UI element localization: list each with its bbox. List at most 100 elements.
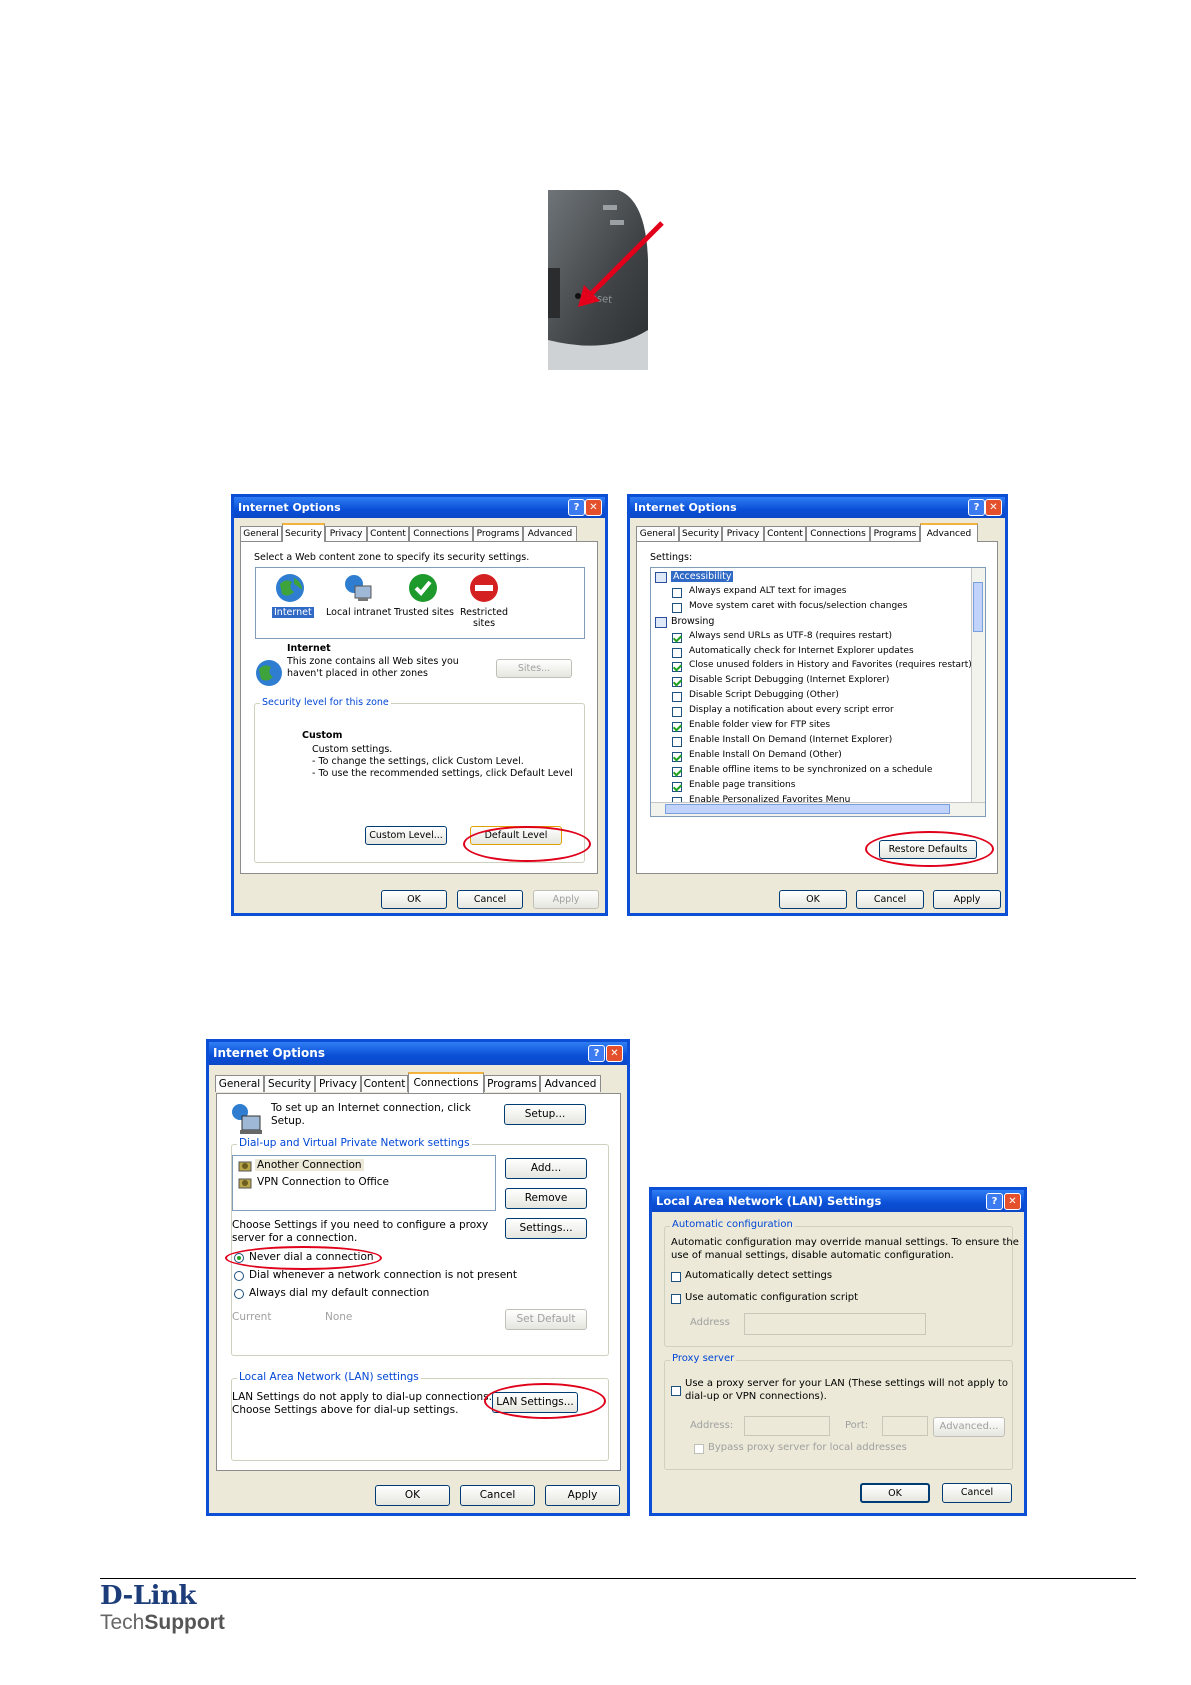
settings-item[interactable]: Enable folder view for FTP sites — [651, 720, 969, 734]
radio-dial-whenever[interactable] — [234, 1271, 244, 1281]
zone-trusted-sites[interactable]: Trusted sites — [394, 572, 454, 618]
settings-item[interactable]: Close unused folders in History and Favo… — [651, 660, 972, 674]
tab-security[interactable]: Security — [679, 526, 722, 541]
settings-item[interactable]: Enable offline items to be synchronized … — [651, 765, 969, 779]
close-icon[interactable]: ✕ — [985, 499, 1002, 516]
tab-advanced[interactable]: Advanced — [523, 526, 577, 541]
settings-item[interactable]: Always send URLs as UTF-8 (requires rest… — [651, 631, 969, 645]
setting-checkbox[interactable] — [672, 751, 682, 762]
cancel-button[interactable]: Cancel — [856, 890, 924, 909]
tab-privacy[interactable]: Privacy — [722, 526, 764, 541]
help-icon[interactable]: ? — [968, 499, 985, 516]
setting-checkbox[interactable] — [672, 722, 682, 732]
restore-defaults-button[interactable]: Restore Defaults — [879, 840, 977, 859]
lan-settings-button[interactable]: LAN Settings... — [492, 1392, 578, 1413]
zone-restricted-sites[interactable]: Restricted sites — [458, 572, 510, 629]
tab-programs[interactable]: Programs — [484, 1075, 540, 1092]
set-default-button[interactable]: Set Default — [505, 1309, 587, 1330]
settings-button[interactable]: Settings... — [505, 1218, 587, 1239]
tab-general[interactable]: General — [636, 526, 679, 541]
setting-checkbox[interactable] — [672, 707, 682, 718]
apply-button[interactable]: Apply — [533, 890, 599, 909]
tab-privacy[interactable]: Privacy — [315, 1075, 361, 1092]
tab-programs[interactable]: Programs — [473, 526, 523, 541]
ok-button[interactable]: OK — [860, 1483, 930, 1503]
tab-advanced[interactable]: Advanced — [920, 523, 978, 542]
setting-checkbox[interactable] — [672, 677, 682, 688]
tab-connections[interactable]: Connections — [806, 526, 870, 541]
tab-privacy[interactable]: Privacy — [325, 526, 367, 541]
tab-content[interactable]: Content — [367, 526, 409, 541]
close-icon[interactable]: ✕ — [585, 499, 602, 516]
settings-category[interactable]: Accessibility — [651, 571, 969, 585]
setting-checkbox[interactable] — [672, 766, 682, 777]
settings-item[interactable]: Enable page transitions — [651, 780, 969, 794]
default-level-button[interactable]: Default Level — [470, 826, 562, 845]
tab-security[interactable]: Security — [282, 523, 325, 542]
setting-checkbox[interactable] — [672, 736, 682, 747]
settings-item[interactable]: Enable Install On Demand (Other) — [651, 750, 969, 764]
tab-security[interactable]: Security — [264, 1075, 315, 1092]
script-address-input[interactable] — [744, 1313, 926, 1335]
setting-checkbox[interactable] — [672, 602, 682, 613]
sites-button[interactable]: Sites... — [496, 659, 572, 678]
help-icon[interactable]: ? — [986, 1193, 1003, 1210]
remove-button[interactable]: Remove — [505, 1188, 587, 1209]
help-icon[interactable]: ? — [568, 499, 585, 516]
custom-level-button[interactable]: Custom Level... — [365, 826, 447, 845]
setting-checkbox[interactable] — [672, 632, 682, 643]
settings-item[interactable]: Enable Install On Demand (Internet Explo… — [651, 735, 969, 749]
settings-category[interactable]: Browsing — [651, 616, 969, 630]
scroll-thumb[interactable] — [973, 582, 983, 632]
proxy-address-input[interactable] — [744, 1416, 830, 1436]
tab-connections[interactable]: Connections — [409, 526, 473, 541]
setting-checkbox[interactable] — [672, 781, 682, 792]
radio-always-dial[interactable] — [234, 1289, 244, 1299]
auto-detect-checkbox[interactable] — [671, 1272, 681, 1282]
tab-content[interactable]: Content — [361, 1075, 408, 1092]
settings-item[interactable]: Always expand ALT text for images — [651, 586, 969, 600]
tab-content[interactable]: Content — [764, 526, 806, 541]
cancel-button[interactable]: Cancel — [942, 1483, 1012, 1503]
radio-never-dial[interactable] — [234, 1253, 244, 1263]
use-proxy-checkbox[interactable] — [671, 1386, 681, 1396]
scroll-thumb[interactable] — [665, 804, 950, 814]
close-icon[interactable]: ✕ — [1004, 1193, 1021, 1210]
apply-button[interactable]: Apply — [933, 890, 1001, 909]
setup-button[interactable]: Setup... — [504, 1104, 586, 1125]
cancel-button[interactable]: Cancel — [460, 1485, 535, 1506]
settings-item[interactable]: Automatically check for Internet Explore… — [651, 646, 969, 660]
vertical-scrollbar[interactable] — [971, 568, 985, 802]
help-icon[interactable]: ? — [588, 1045, 605, 1062]
apply-button[interactable]: Apply — [545, 1485, 620, 1506]
settings-item[interactable]: Disable Script Debugging (Internet Explo… — [651, 675, 969, 689]
proxy-port-input[interactable] — [882, 1416, 928, 1436]
tab-general[interactable]: General — [240, 526, 282, 541]
tab-programs[interactable]: Programs — [870, 526, 920, 541]
tab-connections[interactable]: Connections — [408, 1072, 484, 1093]
setting-checkbox[interactable] — [672, 647, 682, 658]
advanced-button[interactable]: Advanced... — [933, 1417, 1005, 1437]
connection-item[interactable]: Another Connection — [255, 1159, 364, 1171]
horizontal-scrollbar[interactable] — [651, 802, 985, 816]
tab-advanced[interactable]: Advanced — [540, 1075, 601, 1092]
tab-general[interactable]: General — [215, 1075, 264, 1092]
add-button[interactable]: Add... — [505, 1158, 587, 1179]
zone-internet[interactable]: Internet — [272, 572, 314, 618]
auto-script-checkbox[interactable] — [671, 1294, 681, 1304]
close-icon[interactable]: ✕ — [606, 1045, 623, 1062]
ok-button[interactable]: OK — [375, 1485, 450, 1506]
settings-item[interactable]: Move system caret with focus/selection c… — [651, 601, 969, 615]
setting-checkbox[interactable] — [672, 587, 682, 598]
zone-local-intranet[interactable]: Local intranet — [326, 572, 391, 618]
connection-item[interactable]: VPN Connection to Office — [255, 1176, 391, 1188]
ok-button[interactable]: OK — [779, 890, 847, 909]
settings-item[interactable]: Disable Script Debugging (Other) — [651, 690, 969, 704]
ok-button[interactable]: OK — [381, 890, 447, 909]
bypass-checkbox[interactable] — [694, 1444, 704, 1454]
setting-checkbox[interactable] — [672, 692, 682, 703]
connection-list[interactable]: Another Connection VPN Connection to Off… — [232, 1155, 496, 1211]
cancel-button[interactable]: Cancel — [457, 890, 523, 909]
setting-checkbox[interactable] — [672, 662, 682, 673]
settings-item[interactable]: Display a notification about every scrip… — [651, 705, 969, 719]
